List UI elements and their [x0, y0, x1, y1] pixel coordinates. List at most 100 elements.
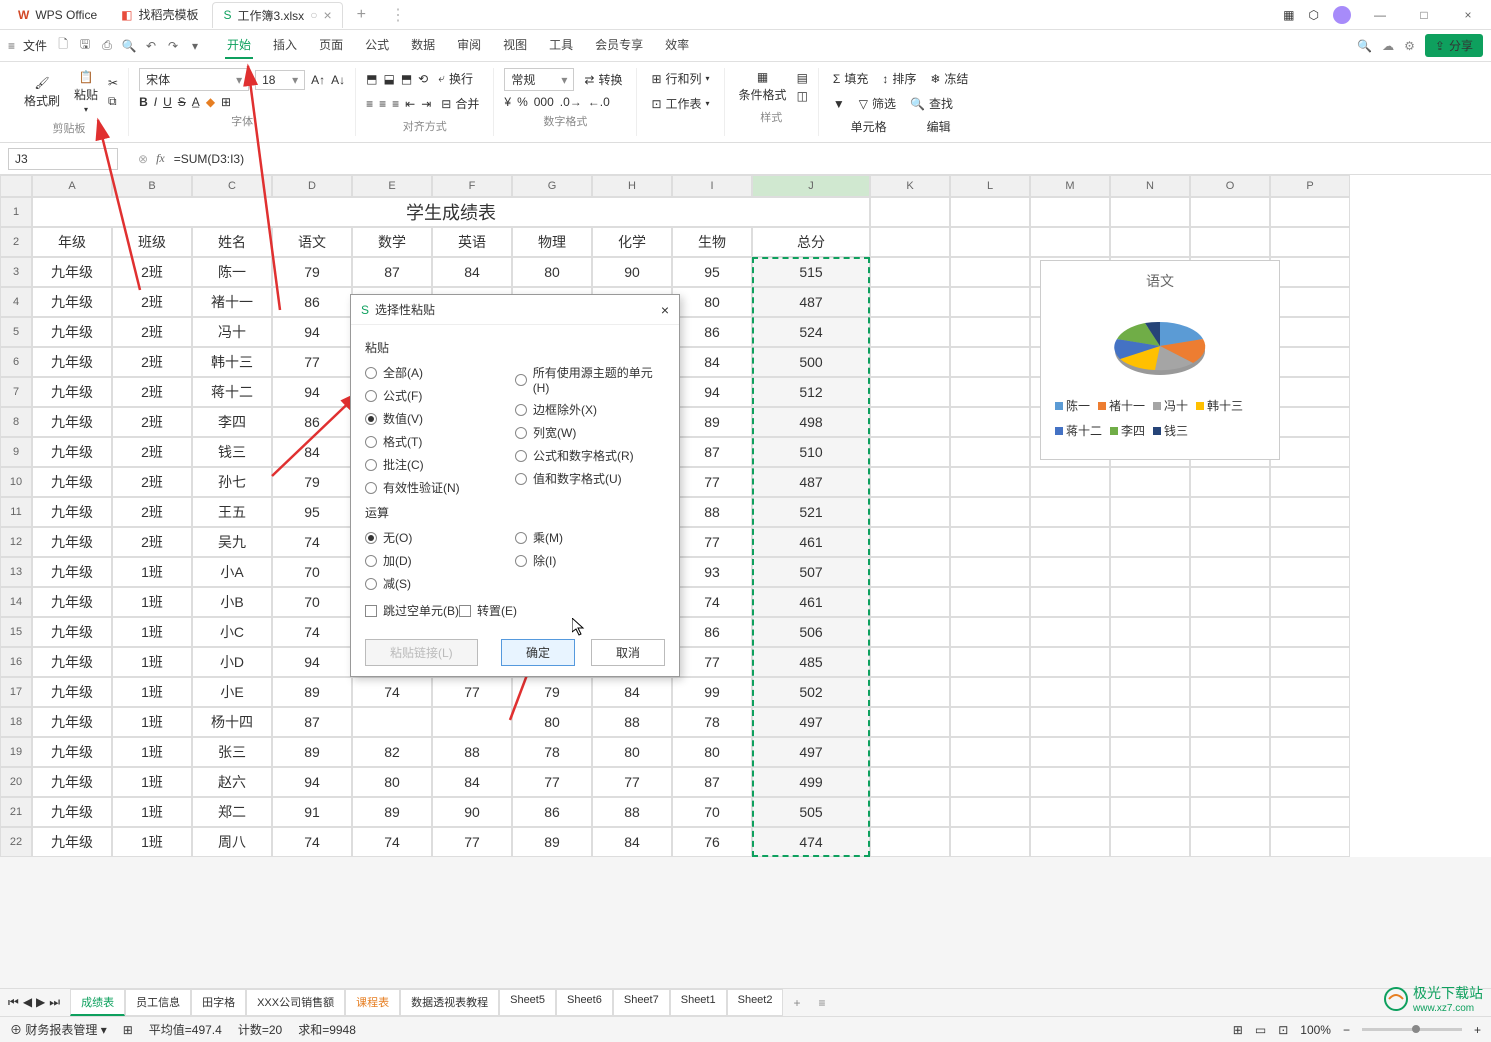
- menu-tab-1[interactable]: 插入: [271, 32, 299, 59]
- sheet-tab[interactable]: 数据透视表教程: [400, 989, 499, 1016]
- col-header[interactable]: D: [272, 175, 352, 197]
- radio-option[interactable]: 无(O): [365, 529, 515, 546]
- cell[interactable]: [1270, 797, 1350, 827]
- cell[interactable]: 499: [752, 767, 870, 797]
- cell[interactable]: [1190, 197, 1270, 227]
- row-header[interactable]: 14: [0, 587, 32, 617]
- cell[interactable]: 84: [432, 257, 512, 287]
- cell[interactable]: 1班: [112, 677, 192, 707]
- save-icon[interactable]: 🖫: [77, 35, 93, 56]
- cell[interactable]: [1110, 677, 1190, 707]
- sheet-tab[interactable]: 田字格: [191, 989, 246, 1016]
- cell[interactable]: [950, 497, 1030, 527]
- cell[interactable]: [1030, 527, 1110, 557]
- cell[interactable]: 小C: [192, 617, 272, 647]
- cell[interactable]: 74: [272, 617, 352, 647]
- cell[interactable]: 77: [592, 767, 672, 797]
- undo-icon[interactable]: ↶: [143, 39, 159, 53]
- cell[interactable]: [1190, 707, 1270, 737]
- cell[interactable]: [1110, 557, 1190, 587]
- cell[interactable]: [1270, 287, 1350, 317]
- cell[interactable]: 2班: [112, 527, 192, 557]
- cell[interactable]: 87: [672, 437, 752, 467]
- col-header[interactable]: H: [592, 175, 672, 197]
- dialog-close-icon[interactable]: ×: [661, 302, 669, 318]
- cell[interactable]: 2班: [112, 287, 192, 317]
- add-tab-button[interactable]: +: [347, 2, 376, 28]
- cell[interactable]: 赵六: [192, 767, 272, 797]
- cell[interactable]: [1270, 587, 1350, 617]
- number-format-dropdown[interactable]: 常规▾: [504, 68, 574, 91]
- cell[interactable]: [1270, 347, 1350, 377]
- cell[interactable]: 九年级: [32, 317, 112, 347]
- cell[interactable]: [1110, 497, 1190, 527]
- cell[interactable]: 九年级: [32, 827, 112, 857]
- cell[interactable]: 500: [752, 347, 870, 377]
- cell[interactable]: [1030, 467, 1110, 497]
- cell[interactable]: [1030, 827, 1110, 857]
- cell[interactable]: 九年级: [32, 377, 112, 407]
- cell[interactable]: 90: [592, 257, 672, 287]
- cell[interactable]: 94: [672, 377, 752, 407]
- cell[interactable]: 86: [512, 797, 592, 827]
- cell[interactable]: [1110, 647, 1190, 677]
- cell[interactable]: [1030, 797, 1110, 827]
- cell[interactable]: 506: [752, 617, 870, 647]
- row-header[interactable]: 15: [0, 617, 32, 647]
- col-header[interactable]: M: [1030, 175, 1110, 197]
- cell[interactable]: 九年级: [32, 527, 112, 557]
- fx-icon[interactable]: fx: [156, 151, 165, 166]
- cell[interactable]: 姓名: [192, 227, 272, 257]
- col-header[interactable]: G: [512, 175, 592, 197]
- cancel-button[interactable]: 取消: [591, 639, 665, 666]
- cell[interactable]: [1270, 827, 1350, 857]
- cell[interactable]: 74: [272, 527, 352, 557]
- add-sheet-button[interactable]: +: [785, 992, 808, 1014]
- cell[interactable]: [1270, 557, 1350, 587]
- cell[interactable]: 498: [752, 407, 870, 437]
- radio-option[interactable]: 乘(M): [515, 529, 665, 546]
- cell[interactable]: 507: [752, 557, 870, 587]
- cell[interactable]: 2班: [112, 497, 192, 527]
- cell[interactable]: 74: [672, 587, 752, 617]
- name-box[interactable]: J3: [8, 148, 118, 170]
- view-page-icon[interactable]: ▭: [1255, 1023, 1266, 1037]
- cell[interactable]: [1030, 587, 1110, 617]
- col-header[interactable]: A: [32, 175, 112, 197]
- cell[interactable]: [1110, 227, 1190, 257]
- qat-dropdown-icon[interactable]: ▾: [187, 39, 203, 53]
- cell[interactable]: [870, 587, 950, 617]
- skip-blanks-checkbox[interactable]: 跳过空单元(B): [365, 602, 459, 619]
- cell[interactable]: 九年级: [32, 497, 112, 527]
- redo-icon[interactable]: ↷: [165, 39, 181, 53]
- cell[interactable]: 88: [432, 737, 512, 767]
- cell[interactable]: [1030, 707, 1110, 737]
- align-left-icon[interactable]: ≡: [366, 97, 373, 111]
- menu-tab-5[interactable]: 审阅: [455, 32, 483, 59]
- cell[interactable]: [1270, 707, 1350, 737]
- cell[interactable]: [1190, 467, 1270, 497]
- row-header[interactable]: 8: [0, 407, 32, 437]
- filter-button[interactable]: ▽筛选: [855, 93, 900, 114]
- wrap-button[interactable]: ⤶换行: [434, 68, 477, 89]
- orientation-icon[interactable]: ⟲: [418, 72, 428, 86]
- cell[interactable]: 86: [272, 287, 352, 317]
- cell[interactable]: 张三: [192, 737, 272, 767]
- cell[interactable]: 497: [752, 737, 870, 767]
- cell[interactable]: [950, 527, 1030, 557]
- grid-icon[interactable]: ⊞: [123, 1023, 133, 1037]
- cell[interactable]: 80: [672, 737, 752, 767]
- cell[interactable]: 79: [272, 467, 352, 497]
- cell[interactable]: 485: [752, 647, 870, 677]
- cell[interactable]: [1270, 497, 1350, 527]
- cell[interactable]: 84: [592, 827, 672, 857]
- col-header[interactable]: N: [1110, 175, 1190, 197]
- cell[interactable]: 九年级: [32, 617, 112, 647]
- tabs-menu-icon[interactable]: ⋮: [380, 1, 416, 29]
- row-header[interactable]: 7: [0, 377, 32, 407]
- dec-inc-icon[interactable]: .0→: [560, 95, 582, 109]
- cell[interactable]: [1270, 527, 1350, 557]
- row-header[interactable]: 18: [0, 707, 32, 737]
- cell[interactable]: [352, 707, 432, 737]
- cell[interactable]: [870, 557, 950, 587]
